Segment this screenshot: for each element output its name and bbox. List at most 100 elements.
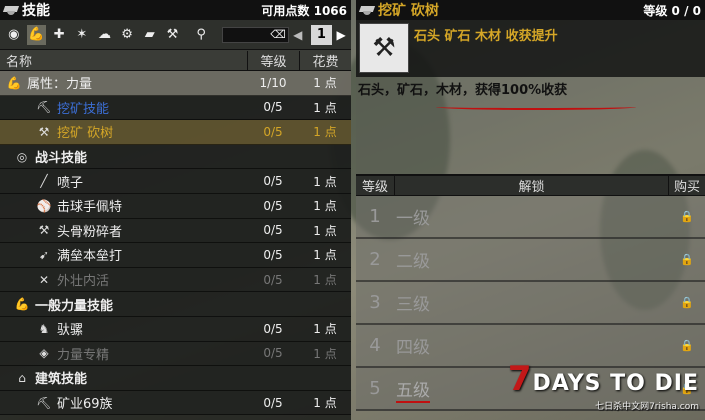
logo-seven: 7	[507, 359, 533, 399]
skill-row[interactable]: ➹ 满垒本垒打 0/5 1 点	[0, 243, 351, 268]
skill-cost: 1 点	[313, 100, 337, 115]
skill-row[interactable]: ⛏ 挖矿技能 0/5 1 点	[0, 95, 351, 121]
lock-icon[interactable]: 🔒	[669, 210, 705, 223]
skill-row[interactable]: ⛏ 矿业69族 0/5 1 点	[0, 390, 351, 416]
graduation-cap-icon	[4, 4, 18, 16]
search-icon[interactable]: ⚲	[191, 25, 211, 45]
levels-header-unlock: 解锁	[394, 176, 669, 195]
pickaxe-icon: ⛏	[36, 100, 52, 115]
skill-category-row[interactable]: 💪 一般力量技能	[0, 292, 351, 317]
arm-filter-icon[interactable]: 💪	[26, 24, 47, 45]
mule-icon: ♞	[38, 321, 50, 336]
level-row[interactable]: 3 三级 🔒	[356, 282, 705, 325]
skill-name: 击球手佩特	[57, 200, 123, 216]
level-row[interactable]: 2 二级 🔒	[356, 239, 705, 282]
shotgun-icon: ╱	[40, 174, 48, 189]
hammer-icon: ⚒	[38, 223, 50, 238]
gem-icon: ◈	[39, 346, 49, 361]
points-available: 可用点数 1066	[261, 3, 347, 18]
brain-icon[interactable]: ☁	[95, 25, 115, 45]
skill-row[interactable]: 💪 属性：力量 1/10 1 点	[0, 71, 351, 96]
levels-header-buy: 购买	[673, 180, 700, 195]
skill-name: 建筑技能	[35, 372, 88, 388]
levels-header-level: 等级	[361, 180, 388, 195]
levels-header: 等级 解锁 购买	[356, 174, 705, 196]
skill-detail-panel: 挖矿 砍树 等级 0 / 0 ⚒ 石头 矿石 木材 收获提升 石头，矿石，木材，…	[356, 0, 705, 420]
gear-icon[interactable]: ⚙	[117, 25, 137, 45]
level-number: 3	[369, 292, 381, 313]
hammer-filter-icon[interactable]: ⚒	[163, 25, 183, 45]
skill-level: 0/5	[263, 198, 283, 213]
mine-icon: ⛏	[36, 395, 52, 410]
skill-cost: 1 点	[313, 248, 337, 263]
skill-row[interactable]: ◈ 力量专精 0/5 1 点	[0, 341, 351, 367]
skill-level: 0/5	[263, 100, 283, 115]
clear-search-icon[interactable]: ⌫	[270, 28, 286, 41]
eye-icon[interactable]: ◉	[4, 25, 24, 45]
game-logo: 7DAYS TO DIE 七日杀中文网7risha.com	[508, 359, 699, 412]
swing-icon: ➹	[38, 247, 50, 262]
skill-category-row[interactable]: ⌂ 建筑技能	[0, 366, 351, 391]
skill-name: 外壮内活	[57, 274, 110, 290]
skills-list: 💪 属性：力量 1/10 1 点 ⛏ 挖矿技能 0/5 1 点 ⚒ 挖矿 砍树 0/5 1 点 ◎ 战斗技…	[0, 71, 351, 416]
lock-icon[interactable]: 🔒	[669, 339, 705, 352]
skill-row[interactable]: ╱ 喷子 0/5 1 点	[0, 169, 351, 194]
build-icon: ⌂	[18, 370, 26, 385]
skill-cost: 1 点	[313, 396, 337, 411]
level-name: 五级	[396, 381, 430, 403]
skill-name: 一般力量技能	[35, 298, 114, 314]
lock-icon[interactable]: 🔒	[669, 253, 705, 266]
next-page-icon[interactable]: ▶	[335, 28, 347, 42]
bat-icon: ⚾	[36, 198, 52, 213]
skill-level: 0/5	[263, 247, 283, 262]
skill-name: 头骨粉碎者	[57, 224, 123, 240]
skill-name: 力量专精	[57, 347, 110, 363]
cross-icon: ✕	[38, 272, 50, 287]
skill-row[interactable]: ✕ 外壮内活 0/5 1 点	[0, 267, 351, 293]
skill-name: 满垒本垒打	[57, 249, 123, 265]
skill-name: 战斗技能	[35, 151, 88, 167]
skill-name: 属性：力量	[27, 77, 93, 93]
level-number: 4	[369, 335, 381, 356]
lock-icon[interactable]: 🔒	[669, 296, 705, 309]
axe-icon: ⚒	[38, 124, 50, 139]
skill-name: 挖矿技能	[57, 101, 110, 117]
prev-page-icon[interactable]: ◀	[292, 28, 304, 42]
header-cost: 花费	[299, 50, 351, 70]
level-number: 2	[369, 249, 381, 270]
level-name: 四级	[396, 338, 430, 358]
skill-level: 0/5	[263, 272, 283, 287]
skill-cost: 1 点	[313, 346, 337, 361]
red-underline	[436, 104, 636, 110]
description-text: 石头，矿石，木材，获得100%收获	[358, 83, 568, 98]
running-icon[interactable]: ✶	[72, 25, 92, 45]
skill-description: 石头，矿石，木材，获得100%收获	[356, 77, 705, 174]
pickaxe-axe-icon: ⚒	[359, 23, 409, 73]
arm-icon: 💪	[14, 297, 30, 312]
skill-category-row[interactable]: ◎ 战斗技能	[0, 144, 351, 170]
skills-header: 名称 等级 花费	[0, 50, 351, 71]
skill-info: ⚒ 石头 矿石 木材 收获提升	[356, 20, 705, 77]
skill-row[interactable]: ♞ 驮骡 0/5 1 点	[0, 316, 351, 342]
search-input[interactable]: ⌫	[221, 26, 289, 43]
skill-level: 0/5	[263, 174, 283, 189]
book-icon[interactable]: ▰	[140, 25, 160, 45]
skill-name: 喷子	[57, 175, 84, 191]
skills-titlebar: 技能 可用点数 1066	[0, 0, 351, 20]
page-number: 1	[310, 24, 333, 45]
logo-subtext: 七日杀中文网7risha.com	[595, 402, 699, 412]
skill-cost: 1 点	[313, 76, 337, 91]
skill-level: 0/5	[263, 124, 283, 139]
header-level: 等级	[247, 50, 299, 70]
detail-title: 挖矿 砍树	[378, 3, 439, 19]
graduation-cap-icon	[360, 4, 374, 16]
arm-icon: 💪	[6, 75, 22, 90]
skill-level: 0/5	[263, 395, 283, 410]
skill-row[interactable]: ⚾ 击球手佩特 0/5 1 点	[0, 193, 351, 219]
skills-title: 技能	[22, 3, 50, 19]
level-row[interactable]: 1 一级 🔒	[356, 196, 705, 239]
skill-row[interactable]: ⚒ 头骨粉碎者 0/5 1 点	[0, 218, 351, 244]
level-name: 二级	[396, 252, 430, 272]
plus-icon[interactable]: ✚	[49, 25, 69, 45]
skill-row[interactable]: ⚒ 挖矿 砍树 0/5 1 点	[0, 120, 351, 145]
